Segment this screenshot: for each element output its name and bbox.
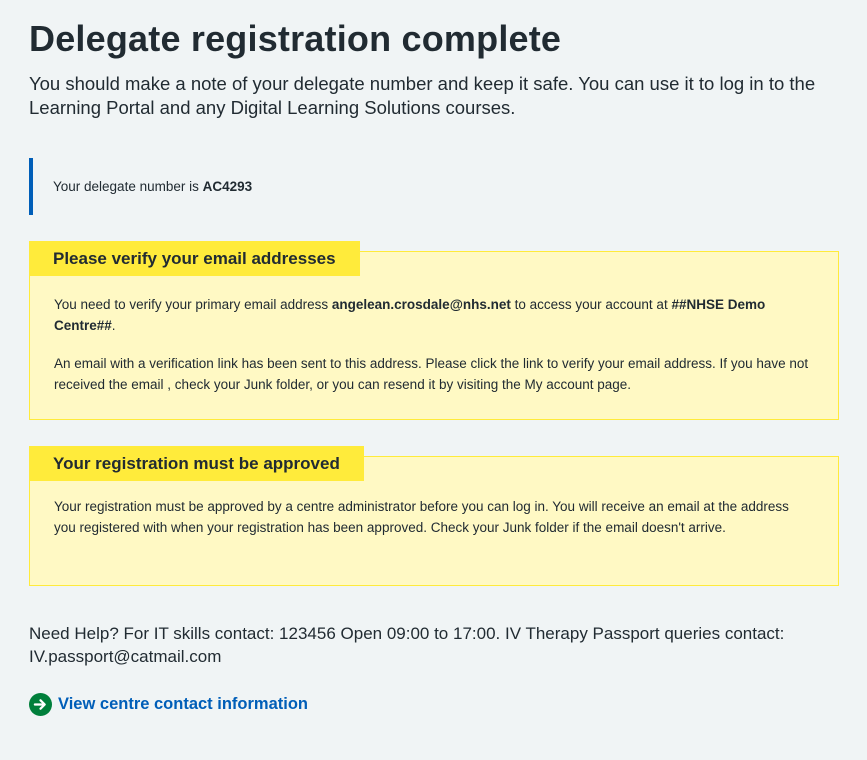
approval-heading: Your registration must be approved (29, 446, 364, 481)
delegate-number-text: Your delegate number is AC4293 (53, 179, 252, 194)
verify-email-p1-prefix: You need to verify your primary email ad… (54, 297, 332, 312)
verify-email-paragraph-1: You need to verify your primary email ad… (54, 294, 814, 336)
approval-paragraph: Your registration must be approved by a … (54, 499, 789, 535)
verify-email-p1-suffix: . (111, 318, 116, 333)
delegate-number-inset: Your delegate number is AC4293 (29, 158, 839, 215)
verify-email-paragraph-2: An email with a verification link has be… (54, 356, 809, 392)
approval-callout: Your registration must be approved Your … (29, 446, 839, 586)
primary-email-address: angelean.crosdale@nhs.net (331, 297, 511, 312)
delegate-number-value: AC4293 (202, 179, 253, 194)
registration-complete-page: Delegate registration complete You shoul… (0, 0, 867, 716)
delegate-number-prefix: Your delegate number is (53, 179, 203, 194)
verify-email-heading: Please verify your email addresses (29, 241, 360, 276)
view-centre-contact-link[interactable]: View centre contact information (29, 693, 839, 716)
verify-email-p1-middle: to access your account at (510, 297, 672, 312)
verify-email-callout: Please verify your email addresses You n… (29, 241, 839, 420)
view-centre-contact-label: View centre contact information (58, 695, 308, 713)
page-title: Delegate registration complete (29, 18, 562, 59)
help-text: Need Help? For IT skills contact: 123456… (29, 624, 785, 666)
lead-text: You should make a note of your delegate … (29, 73, 816, 118)
arrow-right-circle-icon (29, 693, 52, 716)
